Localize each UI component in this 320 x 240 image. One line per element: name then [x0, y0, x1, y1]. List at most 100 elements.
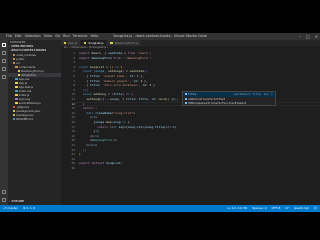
- code-token: {: [79, 120, 96, 124]
- code-token: }: [82, 101, 85, 106]
- menu-bar: File Edit Selection View Go Run Terminal Help: [6, 33, 98, 40]
- code-token: () }]: [165, 97, 175, 101]
- gear-icon[interactable]: [2, 198, 6, 202]
- menu-item[interactable]: Selection: [25, 33, 41, 40]
- js-file-icon: [64, 41, 67, 45]
- code-token: const: [82, 92, 92, 97]
- status-item[interactable]: ⎇ master: [3, 205, 18, 212]
- code-token: import: [79, 51, 90, 55]
- breadcrumb[interactable]: src › components › JS SongList.js › ...: [61, 46, 320, 50]
- js-file-icon: [83, 41, 87, 45]
- editor-area: App.js SongList.js NewSongForm.js src › co…: [61, 40, 320, 205]
- code-token: default: [89, 161, 105, 166]
- folder-file-icon: [15, 65, 18, 69]
- js-file-icon: [15, 101, 18, 105]
- code-line: }: [79, 152, 81, 157]
- json-file-icon: [12, 113, 16, 117]
- code-token: title: [89, 83, 99, 88]
- variable-icon: [184, 97, 187, 100]
- code-token: './NewSongForm': [120, 55, 150, 60]
- status-item[interactable]: Spaces: 2: [252, 205, 267, 212]
- code-token: {: [126, 120, 130, 124]
- code-token: {: [79, 74, 90, 78]
- folder-file-icon: [12, 57, 16, 61]
- git-file-icon: [12, 105, 16, 109]
- code-token: }: [79, 129, 96, 134]
- source-control-icon[interactable]: [2, 59, 6, 63]
- js-file-icon: [110, 41, 113, 45]
- js-file-icon: [15, 85, 18, 89]
- code-token: SongList: [88, 64, 105, 69]
- code-token: </: [79, 133, 94, 138]
- debug-icon[interactable]: [2, 67, 6, 71]
- outline-label: OUTLINE: [11, 200, 25, 203]
- code-token: : 3 }: [145, 83, 155, 88]
- status-bar: ⎇ master ⊗ 0 ⚠ 0 Ln 12, Col 36 Spaces: 2 UT…: [0, 205, 320, 212]
- menu-item[interactable]: Edit: [15, 33, 22, 40]
- code-token: songs: [109, 97, 119, 101]
- file-name: README.md: [16, 117, 33, 121]
- code-token: >: [133, 110, 136, 115]
- status-item[interactable]: LF: [285, 205, 288, 212]
- file-tree: › node_modules › public ⌄ src ⌄ components NewSo…: [8, 53, 61, 121]
- code-token: song: [127, 124, 136, 129]
- code-token: ;: [84, 147, 87, 152]
- window-title: SongList.js - react-context-hooks - Visu…: [113, 34, 207, 38]
- line-number: 26: [71, 166, 75, 170]
- code-token: ;: [120, 161, 123, 166]
- code-token: >: [95, 143, 98, 147]
- video-frame: File Edit Selection View Go Run Terminal Help S…: [0, 0, 320, 240]
- suggestion-item[interactable]: HTMLComponentTransferFunctionElement: [183, 101, 275, 106]
- code-token: ;: [149, 51, 152, 55]
- account-icon[interactable]: [2, 190, 6, 194]
- code-token: : 1 },: [133, 74, 145, 78]
- code-token: import: [79, 55, 90, 60]
- code-token: title: [89, 74, 99, 78]
- extensions-icon[interactable]: [2, 75, 6, 79]
- close-icon[interactable]: ×: [315, 33, 318, 40]
- code-token: title: [126, 97, 136, 101]
- code-token: return: [97, 124, 108, 129]
- menu-item[interactable]: Go: [55, 33, 60, 40]
- outline-section[interactable]: ›OUTLINE: [8, 200, 61, 204]
- status-item[interactable]: UTF-8: [272, 205, 281, 212]
- variable-icon: [184, 93, 187, 96]
- menu-item[interactable]: View: [44, 33, 52, 40]
- maximize-icon[interactable]: □: [306, 33, 310, 40]
- code-token: 'memory gospel': [102, 78, 130, 83]
- status-item[interactable]: JavaScript: [294, 205, 309, 212]
- menu-item[interactable]: Run: [63, 33, 70, 40]
- code-editor[interactable]: 1 import React, { useState } from 'react'…: [61, 51, 320, 205]
- code-token: [: [145, 69, 148, 74]
- code-token: export: [79, 161, 90, 166]
- status-right: Ln 12, Col 36 Spaces: 2 UTF-8 LF JavaScript ☺: [227, 205, 317, 212]
- code-token: from: [111, 55, 121, 60]
- status-item[interactable]: Ln 12, Col 36: [227, 205, 247, 212]
- code-token: "song-list": [113, 110, 134, 115]
- code-token: title: [154, 124, 164, 129]
- suggestion-label: HTMLComponentTransferFunctionElement: [188, 101, 247, 106]
- explorer-icon[interactable]: [2, 43, 6, 47]
- code-line: { title: 'this wild darkness', id: 3 }: [79, 83, 155, 88]
- code-token: song: [113, 120, 121, 124]
- code-token: 'this wild darkness': [102, 83, 139, 88]
- code-line: setSongs([...songs, { title: title, id: …: [79, 97, 178, 102]
- menu-item[interactable]: File: [6, 33, 12, 40]
- code-token: setSongs: [86, 97, 101, 101]
- code-token: songs: [95, 69, 105, 74]
- code-token: 'react': [135, 51, 150, 55]
- minimize-icon[interactable]: –: [299, 33, 301, 40]
- code-token: >: [97, 133, 99, 138]
- file-tree-item[interactable]: README.md: [8, 117, 61, 121]
- suggest-widget: title (parameter) title: any ⓘ onBeforeTra…: [182, 91, 276, 106]
- status-item[interactable]: ☺: [314, 205, 317, 212]
- code-token: >): [173, 124, 177, 129]
- folder-file-icon: [12, 53, 16, 57]
- code-token: : 2 },: [136, 78, 148, 83]
- search-icon[interactable]: [2, 51, 6, 55]
- menu-item[interactable]: Terminal: [73, 33, 88, 40]
- status-item[interactable]: ⊗ 0 ⚠ 0: [23, 205, 35, 212]
- window-controls: – □ ×: [299, 33, 318, 40]
- code-token: , {: [118, 97, 126, 101]
- project-label: REACT-CONTEXT-HOOKS: [11, 49, 47, 52]
